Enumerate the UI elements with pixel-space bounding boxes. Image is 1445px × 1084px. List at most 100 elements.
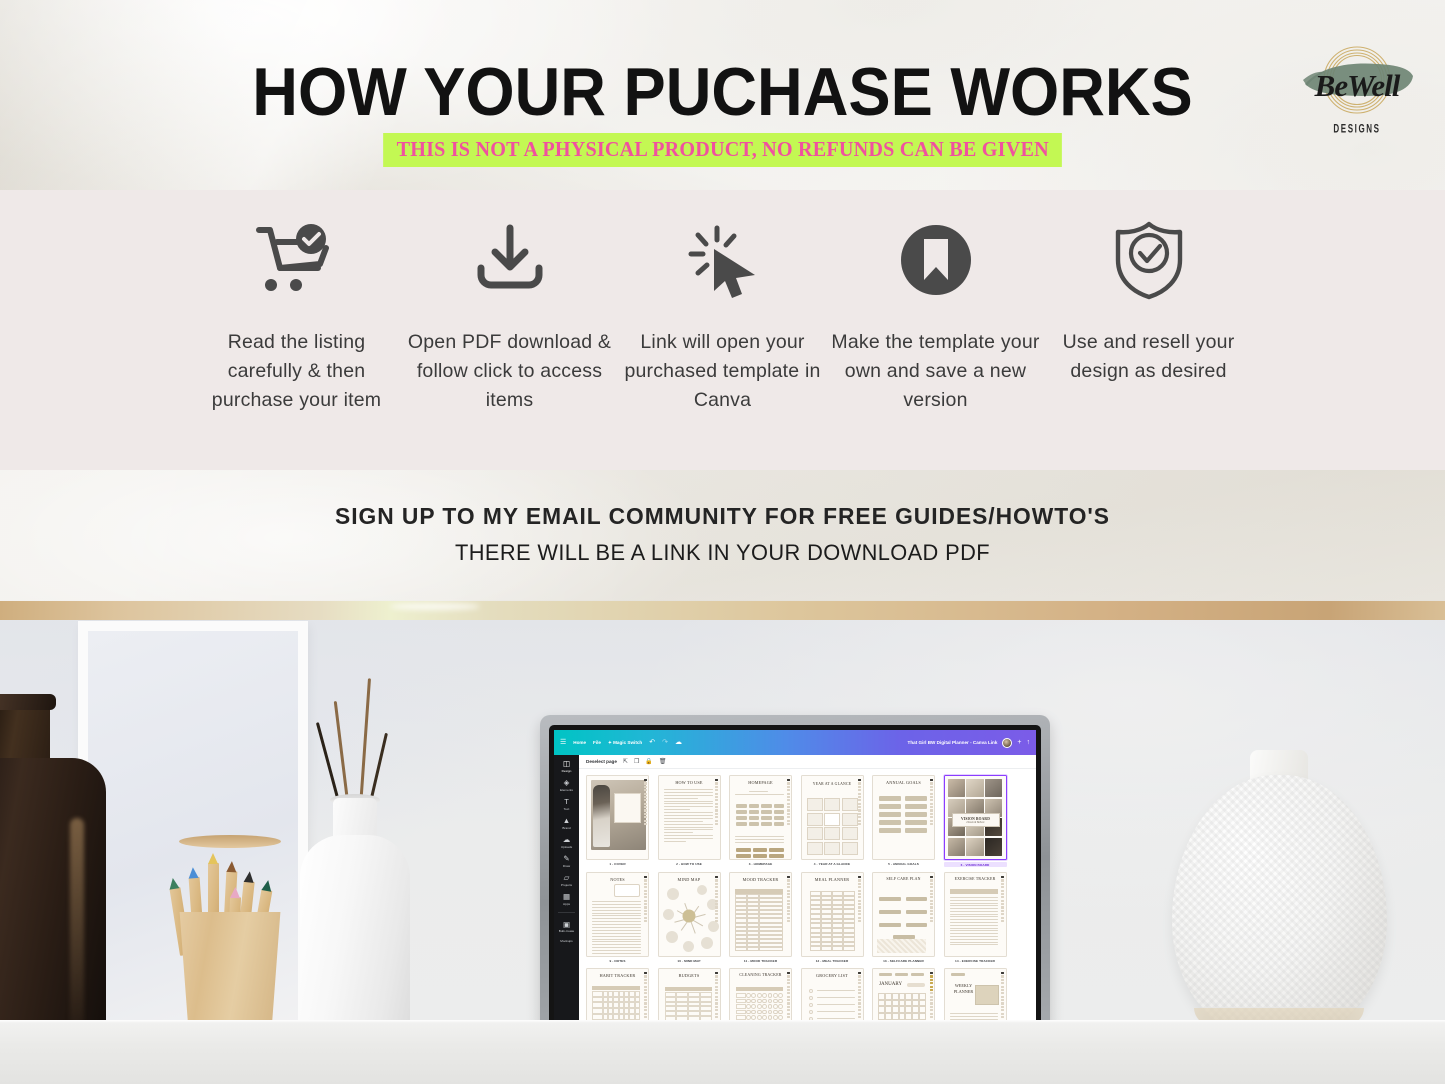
- page-thumbnail-january[interactable]: JANUARY: [872, 968, 935, 1028]
- page-thumbnail-year-at-a-glance[interactable]: YEAR AT A GLANCE: [800, 775, 864, 860]
- lock-icon[interactable]: 🔒: [645, 759, 652, 765]
- page-thumbnail-selfcare-planner[interactable]: SELF CARE PLAN: [872, 872, 935, 957]
- page-cell[interactable]: JANUARY: [872, 968, 935, 1028]
- page-thumbnail-notes[interactable]: NOTES: [586, 872, 649, 957]
- page-tabs: [929, 972, 933, 1019]
- canva-top-bar: ☰ Home File ✦ Magic Switch ↶ ↷ ☁ That Gi…: [554, 730, 1036, 755]
- page-thumbnail-vision-board[interactable]: VISION BOARD Dream & Believe: [943, 775, 1007, 860]
- page-cell[interactable]: MOOD TRACKER 11 - MOOD TRACKER: [729, 872, 792, 963]
- page-thumbnail-budgets[interactable]: BUDGETS: [657, 968, 721, 1028]
- page-cell[interactable]: ANNUAL GOALS 5 - ANNUAL GOALS: [872, 775, 935, 867]
- undo-icon[interactable]: ↶: [649, 739, 655, 746]
- page-thumbnail-homepage[interactable]: HOMEPAGE: [729, 775, 792, 860]
- page-thumbnail-mood-tracker[interactable]: MOOD TRACKER: [729, 872, 792, 957]
- thumb-title: HOW TO USE: [675, 780, 703, 785]
- page-thumbnail-cover[interactable]: [586, 775, 649, 860]
- page-thumbnail-habit-tracker[interactable]: HABIT TRACKER: [586, 968, 649, 1028]
- page-cell[interactable]: NOTES 9 - NOTES: [586, 872, 649, 963]
- apps-icon: ▦: [562, 892, 571, 901]
- sidebar-item-text[interactable]: T Text: [555, 797, 578, 811]
- page-cell[interactable]: HOMEPAGE 3 - HOMEPAGE: [729, 775, 792, 867]
- page-tabs: [643, 876, 647, 923]
- deselect-page-button[interactable]: Deselect page: [586, 759, 617, 764]
- table-header: [949, 889, 998, 894]
- thumb-title: MOOD TRACKER: [742, 877, 779, 882]
- rail-divider: [558, 912, 575, 913]
- delete-icon[interactable]: 🗑: [659, 759, 667, 765]
- homepage-buttons: [736, 804, 784, 826]
- thumb-title: HABIT TRACKER: [599, 973, 636, 978]
- sidebar-item-apps[interactable]: ▦ Apps: [555, 892, 578, 906]
- menu-magic-switch[interactable]: ✦ Magic Switch: [608, 740, 642, 746]
- page-cell[interactable]: CLEANING TRACKER: [729, 968, 792, 1028]
- page-thumbnail-annual-goals[interactable]: ANNUAL GOALS: [872, 775, 935, 860]
- bookmark-circle-icon: [829, 214, 1042, 306]
- page-cell[interactable]: 1 - COVER: [586, 775, 649, 867]
- mood-table: [735, 894, 783, 951]
- page-cell[interactable]: GROCERY LIST: [800, 968, 864, 1028]
- page-thumbnail-how-to-use[interactable]: HOW TO USE: [657, 775, 721, 860]
- screen-bezel: ☰ Home File ✦ Magic Switch ↶ ↷ ☁ That Gi…: [549, 725, 1041, 1036]
- projects-icon: ▱: [563, 873, 570, 882]
- page-label: 2 - HOW TO USE: [676, 862, 702, 866]
- export-icon[interactable]: ⇱: [623, 759, 628, 765]
- thumb-title: YEAR AT A GLANCE: [812, 782, 852, 786]
- page-cell[interactable]: HOW TO USE 2 - HOW TO USE: [657, 775, 721, 867]
- page-tabs: [1001, 876, 1004, 923]
- sidebar-item-elements[interactable]: ◈ Elements: [555, 778, 578, 792]
- uploads-icon: ☁: [562, 835, 571, 844]
- sidebar-item-design[interactable]: ◫ Design: [555, 759, 578, 773]
- step-4-caption: Make the template your own and save a ne…: [831, 331, 1040, 411]
- page-row: 1 - COVER HOW TO USE 2 - HOW TO USE HOME…: [586, 775, 1029, 867]
- page-cell[interactable]: MEAL PLANNER 12 - MEAL TRACKER: [800, 872, 864, 963]
- sidebar-item-brand[interactable]: ▲ Brand: [555, 816, 578, 830]
- page-tabs: [786, 779, 790, 826]
- page-thumbnail-meal-planner[interactable]: MEAL PLANNER: [800, 872, 864, 957]
- page-cell[interactable]: EXERCISE TRACKER 14 - EXERCISE TRACKER: [943, 872, 1007, 963]
- sidebar-item-projects[interactable]: ▱ Projects: [555, 873, 578, 887]
- page-label: 3 - HOMEPAGE: [748, 862, 773, 866]
- menu-file[interactable]: File: [593, 740, 601, 745]
- page-thumbnail-mind-map[interactable]: MIND MAP: [657, 872, 721, 957]
- redo-icon[interactable]: ↷: [662, 739, 668, 746]
- plus-icon[interactable]: +: [1017, 739, 1021, 746]
- cloud-icon[interactable]: ☁: [675, 739, 682, 746]
- page-tabs: [786, 876, 790, 923]
- page-cell[interactable]: SELF CARE PLAN 13 - SELFCARE PLANNER: [872, 872, 935, 963]
- duplicate-icon[interactable]: ❐: [634, 759, 639, 765]
- download-icon: [403, 214, 616, 306]
- page-cell[interactable]: HABIT TRACKER: [586, 968, 649, 1028]
- page-cell[interactable]: VISION BOARD Dream & Believe 6 - VISION …: [943, 775, 1007, 867]
- page-thumbnail-grocery-list[interactable]: GROCERY LIST: [800, 968, 864, 1028]
- step-2-caption: Open PDF download & follow click to acce…: [407, 331, 612, 411]
- page-thumbnail-weekly-planner[interactable]: WEEKLY PLANNER: [943, 968, 1007, 1028]
- sidebar-item-mockups[interactable]: Mockups: [555, 939, 578, 943]
- vision-board-title-card: VISION BOARD Dream & Believe: [951, 813, 1000, 827]
- logo-tagline: DESIGNS: [1333, 121, 1381, 136]
- page-thumbnail-exercise-tracker[interactable]: EXERCISE TRACKER: [943, 872, 1007, 957]
- thumb-title: MEAL PLANNER: [814, 877, 850, 882]
- sidebar-item-draw[interactable]: ✎ Draw: [555, 854, 578, 868]
- avatar[interactable]: [1002, 737, 1013, 748]
- page-tabs: [715, 876, 718, 923]
- step-4: Make the template your own and save a ne…: [829, 190, 1042, 415]
- thumb-title: NOTES: [610, 877, 625, 882]
- step-3-caption: Link will open your purchased template i…: [624, 331, 821, 411]
- sidebar-item-bulk-create[interactable]: ▣ Bulk create: [555, 920, 578, 934]
- page-cell[interactable]: BUDGETS: [657, 968, 721, 1028]
- page-thumbnail-cleaning-tracker[interactable]: CLEANING TRACKER: [729, 968, 792, 1028]
- page-cell[interactable]: YEAR AT A GLANCE 4 - YEAR AT A GLANCE: [800, 775, 864, 867]
- sidebar-item-uploads[interactable]: ☁ Uploads: [555, 835, 578, 849]
- page-cell[interactable]: WEEKLY PLANNER: [943, 968, 1007, 1028]
- bottle-lip: [0, 694, 56, 710]
- weekly-panel: [974, 985, 999, 1005]
- page-row: NOTES 9 - NOTES MIND MAP 10 - MIND MAP M…: [586, 872, 1029, 963]
- share-icon[interactable]: ↑: [1027, 739, 1031, 746]
- counter-surface: [0, 1020, 1445, 1084]
- canva-app-screen[interactable]: ☰ Home File ✦ Magic Switch ↶ ↷ ☁ That Gi…: [554, 730, 1036, 1028]
- page-grid[interactable]: 1 - COVER HOW TO USE 2 - HOW TO USE HOME…: [579, 769, 1036, 1028]
- page-cell[interactable]: MIND MAP 10 - MIND MAP: [657, 872, 721, 963]
- hamburger-icon[interactable]: ☰: [560, 739, 566, 746]
- cursor-click-icon: [616, 214, 829, 306]
- menu-home[interactable]: Home: [573, 740, 586, 745]
